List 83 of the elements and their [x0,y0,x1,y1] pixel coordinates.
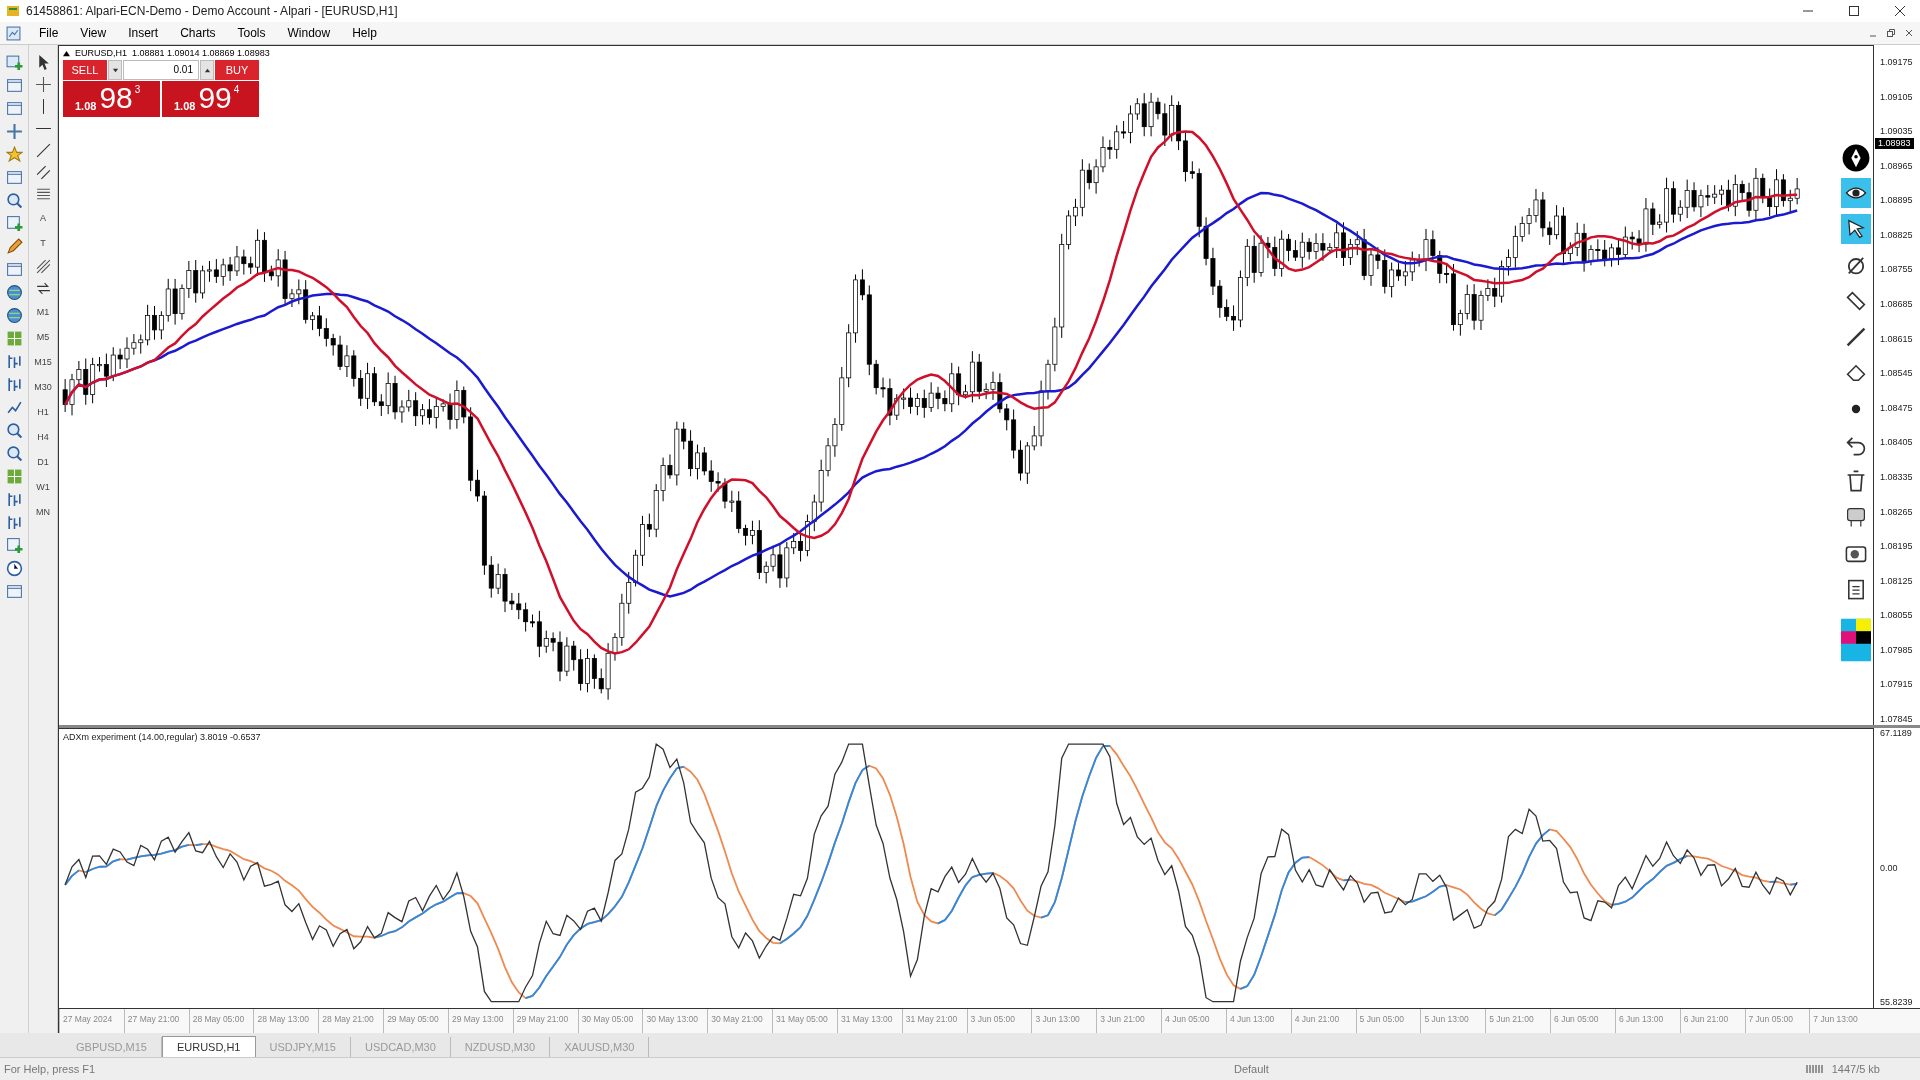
menu-item[interactable]: View [72,24,115,42]
globe-icon[interactable] [4,306,24,325]
lot-increase-button[interactable] [200,60,214,80]
chart-symbol: EURUSD,H1 [75,48,127,58]
globe-icon[interactable] [4,283,24,302]
window-icon[interactable] [4,168,24,187]
price-label: 1.08545 [1879,368,1914,380]
add-icon[interactable] [4,536,24,555]
ohlc-values: 1.08881 1.09014 1.08869 1.08983 [132,48,270,58]
price-label: 1.08335 [1879,471,1914,483]
app-icon [6,4,20,18]
timeframe-button[interactable]: W1 [34,476,52,498]
maximize-icon[interactable] [1848,5,1860,17]
close-icon[interactable] [1904,28,1914,38]
menu-item[interactable]: Window [279,24,339,42]
add-chart-icon[interactable] [4,53,24,72]
sell-button[interactable]: SELL [63,60,107,80]
profile-name: Default [1234,1063,1269,1075]
timeframe-button[interactable]: D1 [35,451,51,473]
price-label: 1.08195 [1879,541,1914,553]
star-icon[interactable] [4,145,24,164]
menu-item[interactable]: Tools [229,24,274,42]
price-label: 1.08965 [1879,160,1914,172]
caret-up-icon [203,66,211,74]
timeframe-button[interactable]: MN [34,501,52,523]
price-label: 1.08755 [1879,264,1914,276]
price-label: 1.08685 [1879,299,1914,311]
window-title: 61458861: Alpari-ECN-Demo - Demo Account - Alpari - [EURUSD,H1] [26,4,399,18]
text-tool[interactable]: T [38,232,48,254]
zoom-icon[interactable] [4,444,24,463]
current-price-label: 1.08983 [1875,138,1914,149]
caret-down-icon [111,66,119,74]
eye-icon[interactable] [1841,178,1871,208]
price-label: 1.09035 [1879,126,1914,138]
chart-tab[interactable]: EURUSD,H1 [161,1036,256,1057]
window-icon[interactable] [4,76,24,95]
text-tool[interactable]: A [38,207,48,229]
chart-window-icon[interactable] [6,25,21,41]
price-label: 1.08615 [1879,333,1914,345]
indicator-label: ADXm experiment (14.00,regular) 3.8019 -0.6537 [63,732,261,742]
menu-item[interactable]: Insert [120,24,167,42]
menu-item[interactable]: Charts [172,24,224,42]
restore-icon[interactable] [1886,28,1896,38]
timeframe-button[interactable]: M5 [34,326,52,348]
indicator-zero-label: 0.00 [1879,862,1899,874]
price-label: 1.08825 [1879,229,1914,241]
collapse-icon[interactable] [63,49,70,57]
timeframe-button[interactable]: H1 [35,401,51,423]
zoom-icon[interactable] [4,421,24,440]
price-label: 1.08475 [1879,402,1914,414]
menu-item[interactable]: File [31,24,67,42]
buy-button[interactable]: BUY [215,60,259,80]
price-label: 1.08895 [1879,195,1914,207]
help-text: For Help, press F1 [3,1063,97,1075]
lot-size-field[interactable]: 0.01 [123,60,199,80]
zoom-icon[interactable] [4,191,24,210]
window-icon[interactable] [4,260,24,279]
add-icon[interactable] [4,214,24,233]
close-icon[interactable] [1894,5,1906,17]
price-label: 1.07985 [1879,644,1914,656]
timeframe-button[interactable]: H4 [35,426,51,448]
price-label: 1.08265 [1879,506,1914,518]
window-icon[interactable] [4,99,24,118]
cursor-icon[interactable] [1841,214,1871,244]
menu-item[interactable]: Help [344,24,385,42]
crosshair-icon[interactable] [33,75,53,94]
traffic-text: 1447/5 kb [1831,1063,1880,1075]
price-label: 1.08125 [1879,575,1914,587]
timeframe-button[interactable]: M1 [34,301,52,323]
timeframe-button[interactable]: M30 [32,376,54,398]
lot-decrease-button[interactable] [108,60,122,80]
price-label: 1.09105 [1879,91,1914,103]
timeframe-button[interactable]: M15 [32,351,54,373]
price-label: 1.08405 [1879,437,1914,449]
connection-icon [1805,1064,1826,1074]
clock-icon[interactable] [4,559,24,578]
price-label: 1.07845 [1879,714,1914,725]
price-label: 1.08055 [1879,610,1914,622]
window-icon[interactable] [4,582,24,601]
indicator-max-label: 67.1189 [1879,728,1913,739]
indicator-min-label: 55.8239 [1879,997,1914,1008]
price-label: 1.09175 [1879,57,1914,68]
price-label: 1.07915 [1879,679,1914,691]
